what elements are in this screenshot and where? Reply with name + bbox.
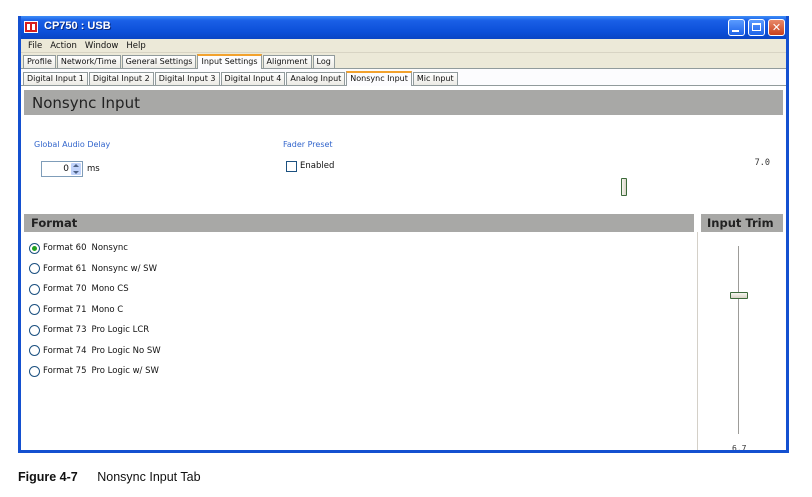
tab-analog-input[interactable]: Analog Input — [286, 72, 346, 85]
delay-unit-label: ms — [87, 164, 100, 174]
fader-preset-slider-track[interactable] — [284, 186, 768, 187]
radio-button[interactable] — [29, 345, 40, 357]
tab-content: Nonsync Input Global Audio Delay 0 ms Fa… — [21, 86, 786, 450]
panel-divider — [697, 232, 698, 450]
fader-preset-enabled-checkbox[interactable] — [286, 161, 297, 172]
format-option[interactable]: Format 70 Mono CS — [29, 279, 161, 300]
tab-mic-input[interactable]: Mic Input — [412, 72, 458, 85]
format-option[interactable]: Format 74 Pro Logic No SW — [29, 341, 161, 362]
maximize-icon — [752, 23, 761, 31]
radio-button[interactable] — [29, 365, 40, 377]
audio-delay-spinner[interactable]: 0 — [41, 161, 83, 177]
radio-button[interactable] — [29, 324, 40, 336]
minimize-button[interactable] — [728, 19, 745, 36]
tab-general-settings[interactable]: General Settings — [121, 55, 197, 68]
tab-digital-input-2[interactable]: Digital Input 2 — [88, 72, 154, 85]
radio-button[interactable] — [29, 263, 40, 275]
tab-profile[interactable]: Profile — [23, 55, 56, 68]
tab-digital-input-4[interactable]: Digital Input 4 — [220, 72, 286, 85]
title-bar[interactable]: CP750 : USB ✕ — [21, 16, 786, 39]
radio-button[interactable] — [29, 304, 40, 316]
spinner-arrows[interactable] — [71, 163, 81, 175]
maximize-button[interactable] — [748, 19, 765, 36]
close-icon: ✕ — [771, 21, 782, 34]
format-option[interactable]: Format 61 Nonsync w/ SW — [29, 259, 161, 280]
fader-preset-slider-thumb[interactable] — [621, 178, 627, 196]
fader-preset-value: 7.0 — [754, 158, 770, 168]
format-desc: Pro Logic LCR — [91, 325, 150, 336]
format-desc: Nonsync w/ SW — [91, 263, 157, 274]
menu-file[interactable]: File — [24, 41, 46, 51]
tab-log[interactable]: Log — [312, 55, 335, 68]
radio-button[interactable] — [29, 242, 40, 254]
format-desc: Mono CS — [91, 284, 129, 295]
input-trim-title: Input Trim — [701, 214, 783, 232]
format-radio-group: Format 60 Nonsync Format 61 Nonsync w/ S… — [29, 238, 161, 382]
input-trim-value: 6.7 — [732, 444, 747, 453]
app-window: CP750 : USB ✕ File Action Window Help Pr… — [18, 16, 789, 453]
window-title: CP750 : USB — [44, 20, 111, 32]
format-name: Format 60 — [43, 243, 87, 254]
input-trim-slider-track[interactable] — [738, 246, 740, 434]
format-desc: Mono C — [91, 304, 124, 315]
main-tab-bar: Profile Network/Time General Settings In… — [21, 53, 786, 69]
format-name: Format 71 — [43, 304, 87, 315]
format-desc: Pro Logic w/ SW — [91, 366, 159, 377]
tab-digital-input-1[interactable]: Digital Input 1 — [23, 72, 88, 85]
tab-digital-input-3[interactable]: Digital Input 3 — [154, 72, 220, 85]
radio-button[interactable] — [29, 283, 40, 295]
minimize-icon — [732, 30, 739, 32]
figure-caption-text: Nonsync Input Tab — [97, 470, 201, 484]
fader-preset-label: Fader Preset — [283, 140, 333, 149]
tab-nonsync-input[interactable]: Nonsync Input — [346, 71, 412, 86]
menu-action[interactable]: Action — [46, 41, 81, 51]
enabled-label: Enabled — [300, 161, 335, 171]
format-desc: Nonsync — [91, 243, 128, 254]
spin-up-icon[interactable] — [73, 164, 79, 167]
format-option[interactable]: Format 60 Nonsync — [29, 238, 161, 259]
format-name: Format 75 — [43, 366, 87, 377]
format-option[interactable]: Format 75 Pro Logic w/ SW — [29, 361, 161, 382]
spin-down-icon[interactable] — [73, 171, 79, 174]
format-name: Format 74 — [43, 345, 87, 356]
menu-help[interactable]: Help — [122, 41, 149, 51]
tab-network-time[interactable]: Network/Time — [56, 55, 121, 68]
format-option[interactable]: Format 71 Mono C — [29, 300, 161, 321]
close-button[interactable]: ✕ — [768, 19, 785, 36]
format-name: Format 70 — [43, 284, 87, 295]
audio-delay-value[interactable]: 0 — [63, 164, 69, 174]
format-section-title: Format — [24, 214, 694, 232]
format-desc: Pro Logic No SW — [91, 345, 161, 356]
format-name: Format 73 — [43, 325, 87, 336]
format-option[interactable]: Format 73 Pro Logic LCR — [29, 320, 161, 341]
app-logo-icon — [24, 21, 38, 33]
menu-bar: File Action Window Help — [21, 39, 786, 53]
figure-caption: Figure 4-7 Nonsync Input Tab — [18, 470, 201, 484]
format-name: Format 61 — [43, 263, 87, 274]
menu-window[interactable]: Window — [81, 41, 123, 51]
input-trim-slider-thumb[interactable] — [730, 292, 748, 299]
panel-title: Nonsync Input — [24, 90, 783, 115]
figure-number: Figure 4-7 — [18, 470, 78, 484]
global-audio-delay-label: Global Audio Delay — [34, 140, 111, 149]
tab-alignment[interactable]: Alignment — [262, 55, 312, 68]
input-tab-bar: Digital Input 1 Digital Input 2 Digital … — [21, 69, 786, 86]
tab-input-settings[interactable]: Input Settings — [197, 54, 262, 69]
